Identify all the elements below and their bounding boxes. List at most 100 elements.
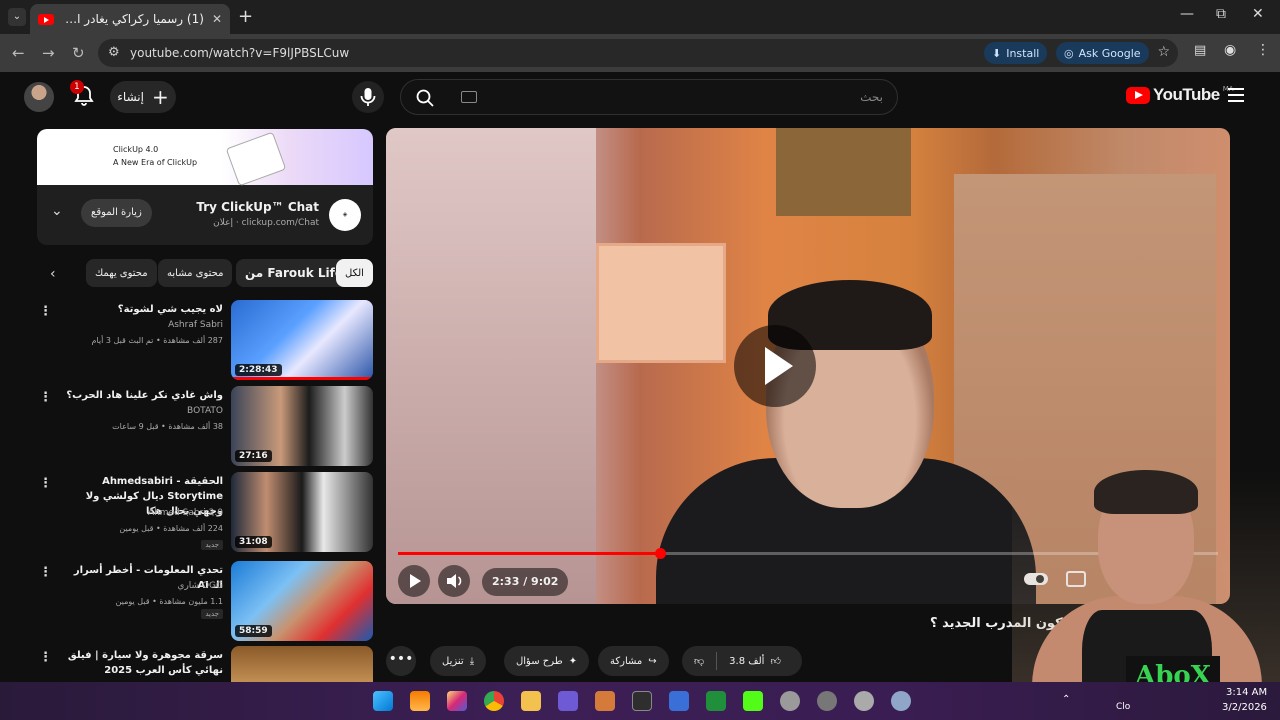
instagram-icon[interactable] <box>447 691 467 711</box>
list-item[interactable]: سرقة مجوهرة ولا سيارة | فيلق نهائي كأس ا… <box>37 646 373 682</box>
chip-recommended[interactable]: محتوى يهمك <box>86 259 157 287</box>
create-button[interactable]: إنشاء + <box>110 81 176 113</box>
play-icon <box>410 574 421 588</box>
big-play-button[interactable] <box>734 325 816 407</box>
chip-related[interactable]: محتوى مشابه <box>158 259 233 287</box>
browser-tab-strip: ⌄ (1) رسميا ركراكي يغادر المنتخب ! ✕ + —… <box>0 0 1280 34</box>
like-count[interactable]: 3.8 ألف <box>729 656 764 667</box>
clock-date[interactable]: 3/2/2026 <box>1222 702 1267 713</box>
obs-icon[interactable] <box>817 691 837 711</box>
more-options-icon[interactable]: ⋮ <box>39 390 52 405</box>
video-title[interactable]: سرقة مجوهرة ولا سيارة | فيلق نهائي كأس ا… <box>63 648 223 678</box>
channel-name[interactable]: BOTATO <box>187 406 223 416</box>
minimize-button[interactable]: — <box>1180 6 1194 22</box>
channel-name[interactable]: Ahmed Sabri 2.0 <box>148 508 223 518</box>
more-actions-button[interactable]: ••• <box>386 646 416 676</box>
ad-card[interactable]: ClickUp 4.0 A New Era of ClickUp ◈ Try C… <box>37 129 373 245</box>
ask-label: طرح سؤال <box>516 655 563 667</box>
extensions-icon[interactable]: ▤ <box>1194 43 1206 58</box>
clock-time[interactable]: 3:14 AM <box>1226 687 1267 698</box>
reload-icon[interactable]: ↻ <box>72 44 85 62</box>
ad-logo: ◈ <box>329 199 361 231</box>
share-icon: ↪ <box>648 655 657 667</box>
list-item[interactable]: 2:28:43 لاه يجيب شي لشوتة؟ Ashraf Sabri … <box>37 300 373 384</box>
voice-search-button[interactable] <box>352 81 384 113</box>
visit-site-button[interactable]: زيارة الموقع <box>81 199 152 227</box>
ask-google-button[interactable]: ◎ Ask Google <box>1056 42 1149 64</box>
windows-taskbar: ⌃ Clo 3:14 AM 3/2/2026 <box>0 682 1280 720</box>
app-gear-icon[interactable] <box>854 691 874 711</box>
app-3-icon[interactable] <box>558 691 578 711</box>
weather-label[interactable]: Clo <box>1116 702 1130 712</box>
kick-icon[interactable] <box>743 691 763 711</box>
keyboard-icon[interactable] <box>461 91 477 103</box>
list-item[interactable]: 58:59 تحدي المعلومات - أخطر أسرار الـ AI… <box>37 561 373 645</box>
ad-title[interactable]: Try ClickUp™ Chat <box>196 200 319 214</box>
browser-tab[interactable]: (1) رسميا ركراكي يغادر المنتخب ! ✕ <box>30 4 230 34</box>
chrome-icon[interactable] <box>484 691 504 711</box>
video-thumbnail[interactable] <box>231 646 373 682</box>
more-options-icon[interactable]: ⋮ <box>39 304 52 319</box>
video-thumbnail[interactable]: 31:08 <box>231 472 373 552</box>
more-options-icon[interactable]: ⋮ <box>39 565 52 580</box>
start-menu-icon[interactable] <box>373 691 393 711</box>
chevron-left-icon[interactable]: ‹ <box>50 266 56 282</box>
play-button[interactable] <box>398 565 430 597</box>
more-options-icon[interactable]: ⋮ <box>39 650 52 665</box>
video-thumbnail[interactable]: 27:16 <box>231 386 373 466</box>
video-thumbnail[interactable]: 2:28:43 <box>231 300 373 380</box>
guide-menu-icon[interactable] <box>1228 88 1244 102</box>
site-info-icon[interactable]: ⚙ <box>108 45 120 60</box>
monitor-icon[interactable] <box>669 691 689 711</box>
calculator-icon[interactable] <box>632 691 652 711</box>
ad-banner-image[interactable] <box>37 129 373 185</box>
avatar[interactable] <box>24 82 54 112</box>
browser-menu-icon[interactable]: ⋮ <box>1256 42 1270 58</box>
tab-close-icon[interactable]: ✕ <box>212 12 222 26</box>
address-bar[interactable]: ⚙ youtube.com/watch?v=F9lJPBSLCuw ⬇ Inst… <box>98 39 1178 67</box>
xbox-icon[interactable] <box>706 691 726 711</box>
chip-all[interactable]: الكل <box>336 259 373 287</box>
download-button[interactable]: تنزيل ⤓ <box>430 646 487 676</box>
like-icon[interactable]: 👍︎ <box>770 655 780 667</box>
search-box[interactable]: بحث <box>400 79 898 115</box>
chevron-down-icon[interactable]: ⌄ <box>51 203 63 219</box>
chip-from-channel[interactable]: من Farouk Life <box>236 259 352 287</box>
app-folder-icon[interactable] <box>595 691 615 711</box>
video-thumbnail[interactable]: 58:59 <box>231 561 373 641</box>
ad-url: إعلان · clickup.com/Chat <box>213 218 319 228</box>
youtube-logo[interactable]: YouTube MA <box>1126 85 1234 105</box>
url-text[interactable]: youtube.com/watch?v=F9lJPBSLCuw <box>130 46 349 60</box>
settings-gear-icon[interactable] <box>780 691 800 711</box>
share-button[interactable]: مشاركة ↪ <box>598 646 669 676</box>
dislike-icon[interactable]: 👎︎ <box>694 655 704 667</box>
search-icon[interactable] <box>415 88 435 108</box>
close-window-button[interactable]: ✕ <box>1252 6 1264 22</box>
forward-icon[interactable]: → <box>42 44 55 62</box>
vlc-icon[interactable] <box>410 691 430 711</box>
new-tab-button[interactable]: + <box>238 6 253 27</box>
notifications-button[interactable]: 1 <box>70 80 96 108</box>
profile-icon[interactable]: ◉ <box>1224 42 1236 58</box>
tab-search-icon[interactable]: ⌄ <box>8 8 26 26</box>
more-options-icon[interactable]: ⋮ <box>39 476 52 491</box>
tray-chevron-icon[interactable]: ⌃ <box>1062 694 1070 705</box>
list-item[interactable]: 27:16 واش غادي نكر علينا هاد الحرب؟ BOTA… <box>37 386 373 470</box>
list-item[interactable]: 31:08 الحقيقة - Ahmedsabiri Storytime دي… <box>37 472 373 556</box>
back-icon[interactable]: ← <box>12 44 25 62</box>
search-input[interactable]: بحث <box>860 90 883 104</box>
channel-name[interactable]: Ashraf Sabri <box>168 320 223 330</box>
bookmark-star-icon[interactable]: ☆ <box>1157 44 1170 60</box>
video-title[interactable]: واش غادي نكر علينا هاد الحرب؟ <box>63 388 223 403</box>
video-title[interactable]: لاه يجيب شي لشوتة؟ <box>63 302 223 317</box>
install-button[interactable]: ⬇ Install <box>984 42 1048 64</box>
volume-button[interactable] <box>438 565 470 597</box>
video-frame-wall <box>386 128 596 604</box>
restore-button[interactable]: ⧉ <box>1216 6 1226 22</box>
watch-progress-bar <box>231 377 373 380</box>
file-explorer-icon[interactable] <box>521 691 541 711</box>
app-cog-icon[interactable] <box>891 691 911 711</box>
install-icon: ⬇ <box>992 46 1002 60</box>
ask-button[interactable]: طرح سؤال ✦ <box>504 646 590 676</box>
channel-name[interactable]: شاري OGG <box>177 581 223 591</box>
